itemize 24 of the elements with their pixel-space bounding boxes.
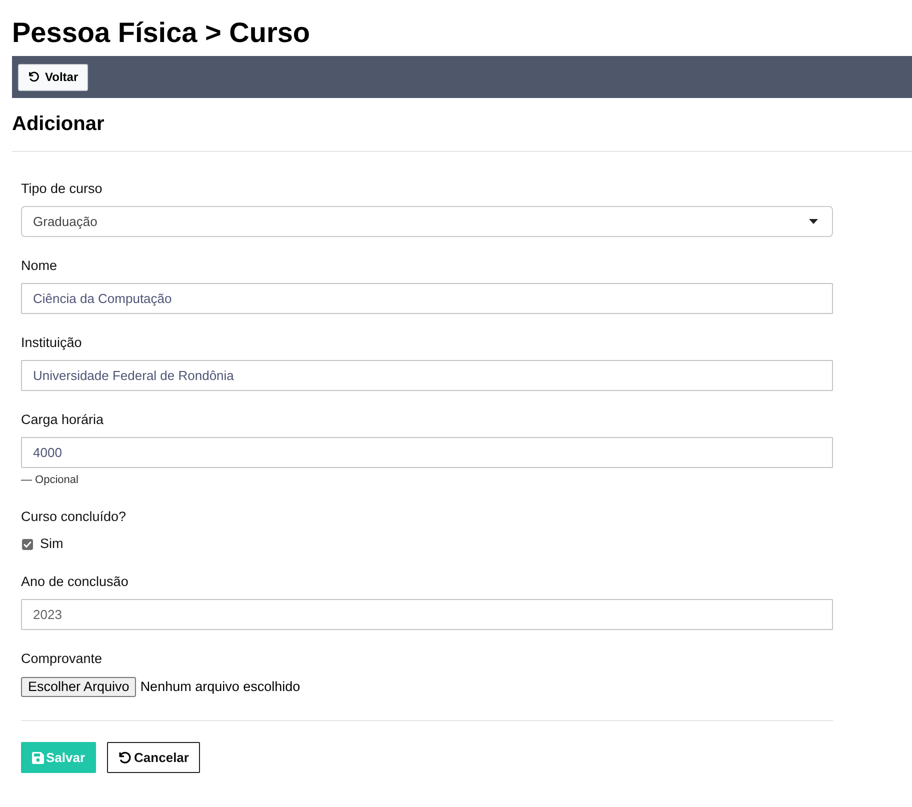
field-label: Curso concluído? [21, 508, 128, 526]
rotate-left-icon [28, 71, 40, 83]
back-button[interactable]: Voltar [18, 64, 88, 90]
choose-file-button[interactable]: Escolher Arquivo [21, 677, 136, 697]
file-status-text: Nenhum arquivo escolhido [140, 678, 300, 696]
select-field[interactable]: Graduação [21, 206, 833, 237]
field-label: Tipo de curso [21, 180, 104, 198]
text-field[interactable]: Universidade Federal de Rondônia [21, 360, 833, 391]
field-label: Nome [21, 257, 58, 275]
checkbox-label: Sim [40, 534, 64, 553]
text-field[interactable]: Ciência da Computação [21, 283, 833, 314]
field-label: Ano de conclusão [21, 573, 130, 591]
rotate-left-icon [118, 750, 132, 764]
help-text: — Opcional [21, 473, 80, 488]
checkbox[interactable] [22, 538, 33, 550]
field-label: Carga horária [21, 411, 105, 429]
page-title: Pessoa Física > Curso [12, 16, 312, 50]
caret-down-icon [809, 219, 818, 224]
text-field[interactable]: 4000 [21, 437, 833, 468]
section-title: Adicionar [12, 112, 106, 136]
number-field[interactable]: 2023 [21, 599, 833, 630]
field-label: Instituição [21, 334, 83, 352]
cancel-button[interactable]: Cancelar [107, 742, 200, 773]
field-label: Comprovante [21, 650, 104, 668]
